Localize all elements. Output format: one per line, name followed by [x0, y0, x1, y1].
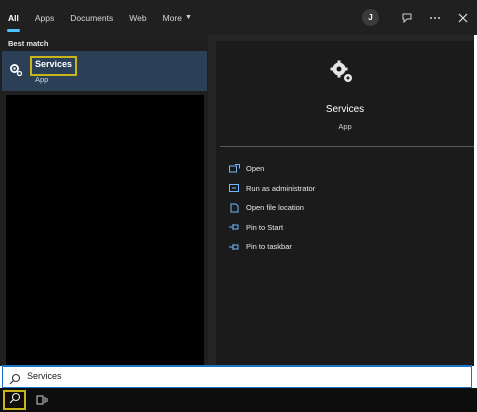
- preview-title: Services: [325, 104, 365, 115]
- caret-down-icon: ▼: [184, 14, 192, 21]
- account-avatar[interactable]: J: [362, 9, 379, 26]
- services-gear-icon: [9, 63, 23, 77]
- action-open-label: Open: [246, 164, 265, 174]
- tab-all-label: All: [8, 12, 19, 23]
- action-open[interactable]: Open: [228, 159, 315, 179]
- tab-apps[interactable]: Apps: [27, 0, 62, 35]
- action-pin-to-start[interactable]: Pin to Start: [228, 218, 315, 238]
- best-match-result[interactable]: Services App: [2, 51, 207, 91]
- search-input-value: Services: [27, 371, 62, 381]
- action-open-file-location[interactable]: Open file location: [228, 198, 315, 218]
- shield-icon: [228, 183, 240, 193]
- results-empty-area: [6, 95, 204, 366]
- services-app-icon: [329, 59, 355, 85]
- search-icon: [9, 391, 21, 409]
- close-icon[interactable]: [449, 0, 477, 35]
- preview-subtitle: App: [338, 122, 352, 131]
- avatar-initial: J: [368, 13, 373, 22]
- search-input[interactable]: Services: [2, 365, 472, 388]
- start-search-window: All Apps Documents Web More ▼ J Best matc…: [0, 0, 477, 412]
- preview-divider: [220, 146, 474, 147]
- taskbar: [0, 388, 477, 412]
- action-pin-to-taskbar[interactable]: Pin to taskbar: [228, 237, 315, 257]
- results-pane: Best match Services App: [0, 35, 208, 366]
- tab-documents-label: Documents: [70, 12, 114, 23]
- action-run-as-admin-label: Run as administrator: [246, 183, 316, 193]
- tab-documents[interactable]: Documents: [62, 0, 121, 35]
- preview-card: Services App Open Run as administrator O…: [216, 41, 474, 366]
- tab-more-label: More: [162, 12, 182, 23]
- action-run-as-admin[interactable]: Run as administrator: [228, 179, 315, 199]
- top-actions: J: [362, 0, 477, 35]
- feedback-icon[interactable]: [393, 0, 421, 35]
- best-match-heading: Best match: [8, 39, 49, 48]
- preview-pane: Services App Open Run as administrator O…: [208, 35, 474, 366]
- pin-icon: [228, 222, 240, 232]
- task-view-icon[interactable]: [36, 393, 50, 407]
- pin-icon: [228, 242, 240, 252]
- ellipsis-icon[interactable]: [421, 0, 449, 35]
- tab-web[interactable]: Web: [121, 0, 154, 35]
- tab-web-label: Web: [129, 12, 147, 23]
- search-filter-bar: All Apps Documents Web More ▼ J: [0, 0, 477, 35]
- result-subtitle: App: [35, 75, 49, 84]
- tab-apps-label: Apps: [34, 12, 55, 23]
- taskbar-search-button[interactable]: [3, 390, 26, 410]
- search-icon: [9, 372, 21, 385]
- folder-icon: [228, 203, 240, 213]
- action-list: Open Run as administrator Open file loca…: [228, 159, 315, 257]
- tab-all[interactable]: All: [0, 0, 27, 35]
- action-open-file-location-label: Open file location: [246, 203, 304, 213]
- tab-more[interactable]: More ▼: [155, 0, 200, 35]
- action-pin-to-taskbar-label: Pin to taskbar: [246, 242, 292, 252]
- action-pin-to-start-label: Pin to Start: [246, 222, 284, 232]
- open-icon: [228, 164, 240, 174]
- result-title: Services: [35, 59, 73, 69]
